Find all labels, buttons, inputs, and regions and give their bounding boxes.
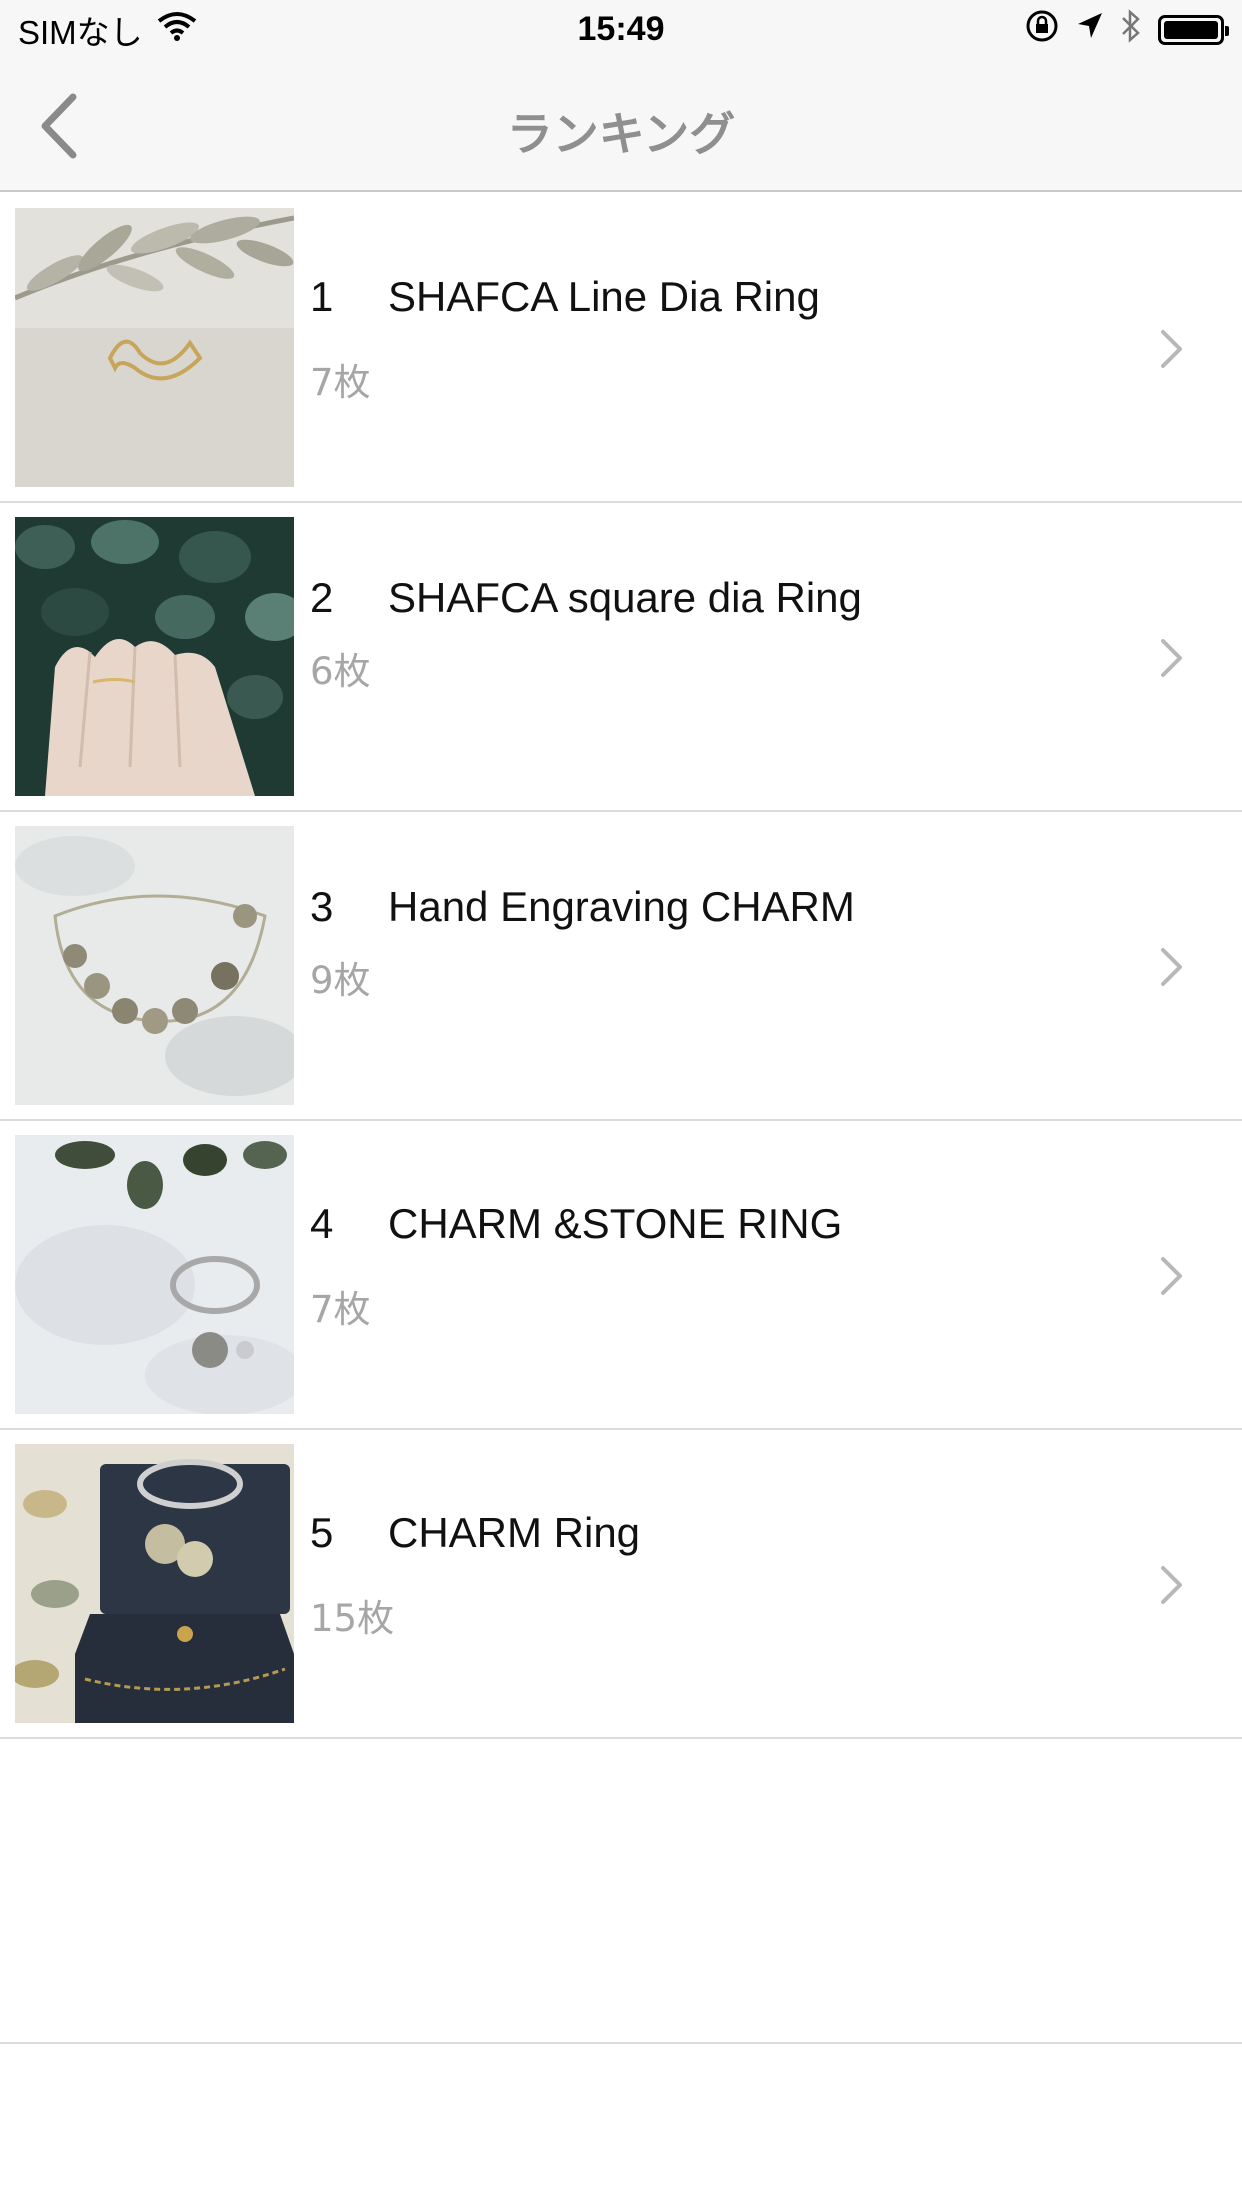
- orientation-lock-icon: [1024, 8, 1060, 52]
- battery-icon: [1158, 15, 1229, 45]
- row-text: 3 Hand Engraving CHARM 9枚: [310, 882, 870, 1004]
- item-title: 5 CHARM Ring: [310, 1508, 870, 1558]
- status-left: SIMなし: [18, 6, 197, 54]
- rank-number: 1: [310, 273, 334, 320]
- item-name: SHAFCA Line Dia Ring: [388, 273, 820, 320]
- item-title: 4 CHARM &STONE RING: [310, 1199, 870, 1249]
- photo-count: 6枚: [310, 650, 371, 693]
- row-text: 1 SHAFCA Line Dia Ring 7枚: [310, 272, 870, 406]
- navigation-bar: ランキング: [0, 60, 1242, 192]
- photo-count: 7枚: [310, 1288, 371, 1331]
- photo-count: 9枚: [310, 959, 371, 1002]
- carrier-label: SIMなし: [18, 14, 143, 51]
- ranking-row-5[interactable]: 5 CHARM Ring 15枚: [0, 1430, 1242, 1739]
- wifi-icon: [157, 11, 197, 49]
- status-right: [1024, 8, 1229, 52]
- chevron-right-icon: [1161, 1257, 1182, 1295]
- item-image: [15, 208, 294, 487]
- item-title: 2 SHAFCA square dia Ring: [310, 573, 870, 623]
- rank-number: 2: [310, 574, 334, 621]
- item-name: SHAFCA square dia Ring: [388, 574, 862, 621]
- ranking-row-1[interactable]: 1 SHAFCA Line Dia Ring 7枚: [0, 194, 1242, 503]
- status-bar: SIMなし 15:49: [0, 0, 1242, 60]
- page-title: ランキング: [506, 107, 736, 161]
- item-image: [15, 1444, 294, 1723]
- chevron-right-icon: [1161, 330, 1182, 368]
- empty-row-divider: [0, 2042, 1242, 2044]
- item-name: CHARM Ring: [388, 1509, 641, 1556]
- item-name: CHARM &STONE RING: [388, 1200, 843, 1247]
- photo-count: 7枚: [310, 361, 371, 404]
- photo-count: 15枚: [310, 1597, 395, 1640]
- row-text: 5 CHARM Ring 15枚: [310, 1508, 870, 1642]
- item-image: [15, 1135, 294, 1414]
- rank-number: 4: [310, 1200, 334, 1247]
- location-icon: [1076, 11, 1104, 49]
- chevron-right-icon: [1161, 639, 1182, 677]
- rank-number: 3: [310, 883, 334, 930]
- chevron-right-icon: [1161, 1566, 1182, 1604]
- item-image: [15, 826, 294, 1105]
- ranking-list: 1 SHAFCA Line Dia Ring 7枚 2 SHAFCA squar…: [0, 194, 1242, 1739]
- chevron-right-icon: [1161, 948, 1182, 986]
- item-name: Hand Engraving CHARM: [388, 883, 855, 930]
- ranking-row-3[interactable]: 3 Hand Engraving CHARM 9枚: [0, 812, 1242, 1121]
- item-title: 3 Hand Engraving CHARM: [310, 882, 870, 932]
- ranking-row-4[interactable]: 4 CHARM &STONE RING 7枚: [0, 1121, 1242, 1430]
- bluetooth-icon: [1120, 9, 1142, 51]
- row-text: 4 CHARM &STONE RING 7枚: [310, 1199, 870, 1333]
- item-image: [15, 517, 294, 796]
- rank-number: 5: [310, 1509, 334, 1556]
- item-title: 1 SHAFCA Line Dia Ring: [310, 272, 870, 322]
- row-text: 2 SHAFCA square dia Ring 6枚: [310, 573, 870, 695]
- ranking-row-2[interactable]: 2 SHAFCA square dia Ring 6枚: [0, 503, 1242, 812]
